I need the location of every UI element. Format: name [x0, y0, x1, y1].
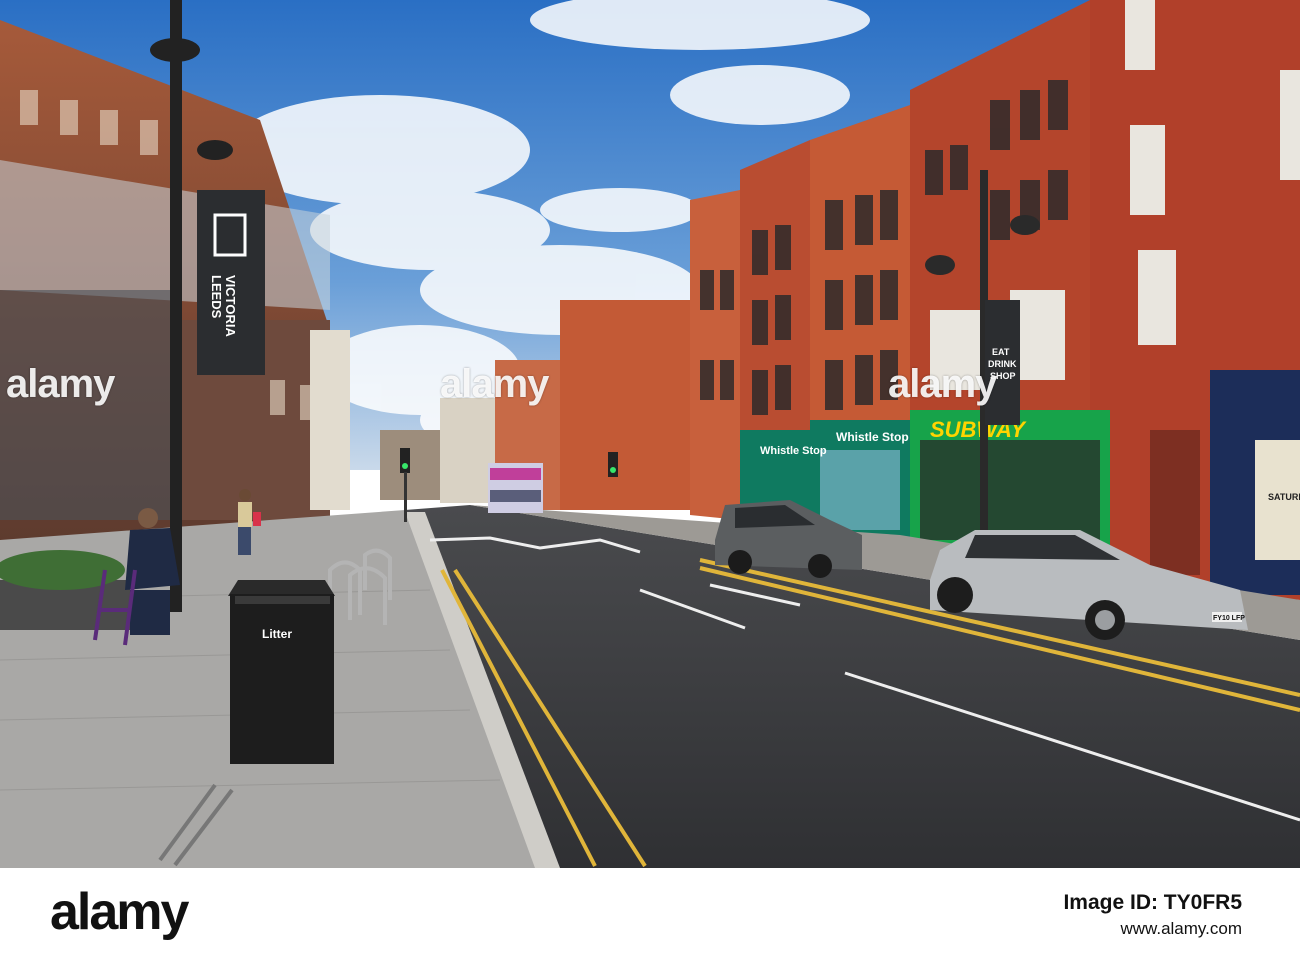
image-id: Image ID: TY0FR5 — [1063, 891, 1242, 914]
banner-eat-text: EAT — [992, 347, 1010, 357]
poster-saturday: SATURDAY 1ST JU — [1268, 492, 1300, 502]
banner-victoria-leeds: VICTORIA LEEDS — [197, 190, 265, 375]
site-url[interactable]: www.alamy.com — [1063, 916, 1242, 942]
number-plate: FY10 LFP — [1213, 615, 1245, 622]
banner-victoria-text: VICTORIA — [223, 275, 238, 337]
footer-meta: Image ID: TY0FR5 www.alamy.com — [1063, 890, 1242, 942]
shop-sign-whistle-stop-1: Whistle Stop — [760, 445, 827, 457]
watermark-center: alamy — [440, 362, 549, 406]
shop-sign-whistle-stop-2: Whistle Stop — [836, 430, 909, 444]
watermark-right: alamy — [888, 362, 997, 406]
bus — [488, 463, 543, 513]
planter — [0, 550, 130, 630]
litter-label: Litter — [262, 627, 292, 641]
street-photo: Whistle Stop Whistle Stop SUBWAY SATURDA… — [0, 0, 1300, 868]
watermark-left: alamy — [6, 362, 115, 406]
banner-leeds-text: LEEDS — [209, 275, 224, 319]
footer-bar: alamy Image ID: TY0FR5 www.alamy.com — [0, 868, 1300, 956]
litter-bin: Litter — [228, 580, 335, 764]
alamy-logo[interactable]: alamy — [50, 882, 189, 942]
